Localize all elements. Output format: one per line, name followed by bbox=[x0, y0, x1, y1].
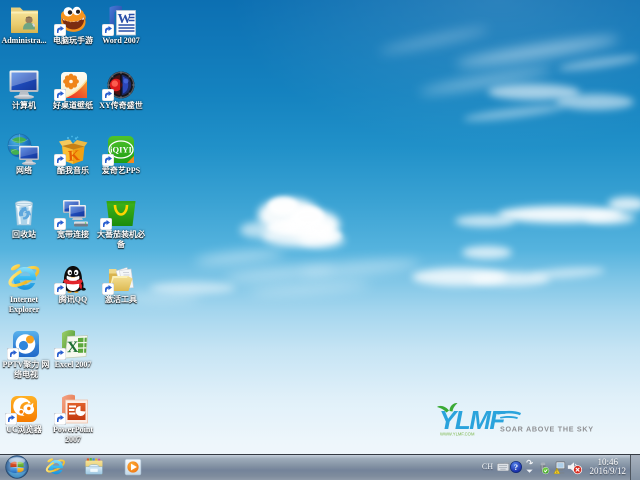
svg-text:K: K bbox=[68, 148, 81, 165]
svg-text:YLMF: YLMF bbox=[439, 405, 506, 435]
svg-text:iQIYI: iQIYI bbox=[110, 145, 132, 155]
svg-text:SOAR ABOVE THE SKY: SOAR ABOVE THE SKY bbox=[500, 425, 594, 434]
svg-text:X: X bbox=[67, 339, 80, 356]
svg-text:WWW.YLMF.COM: WWW.YLMF.COM bbox=[440, 432, 475, 437]
